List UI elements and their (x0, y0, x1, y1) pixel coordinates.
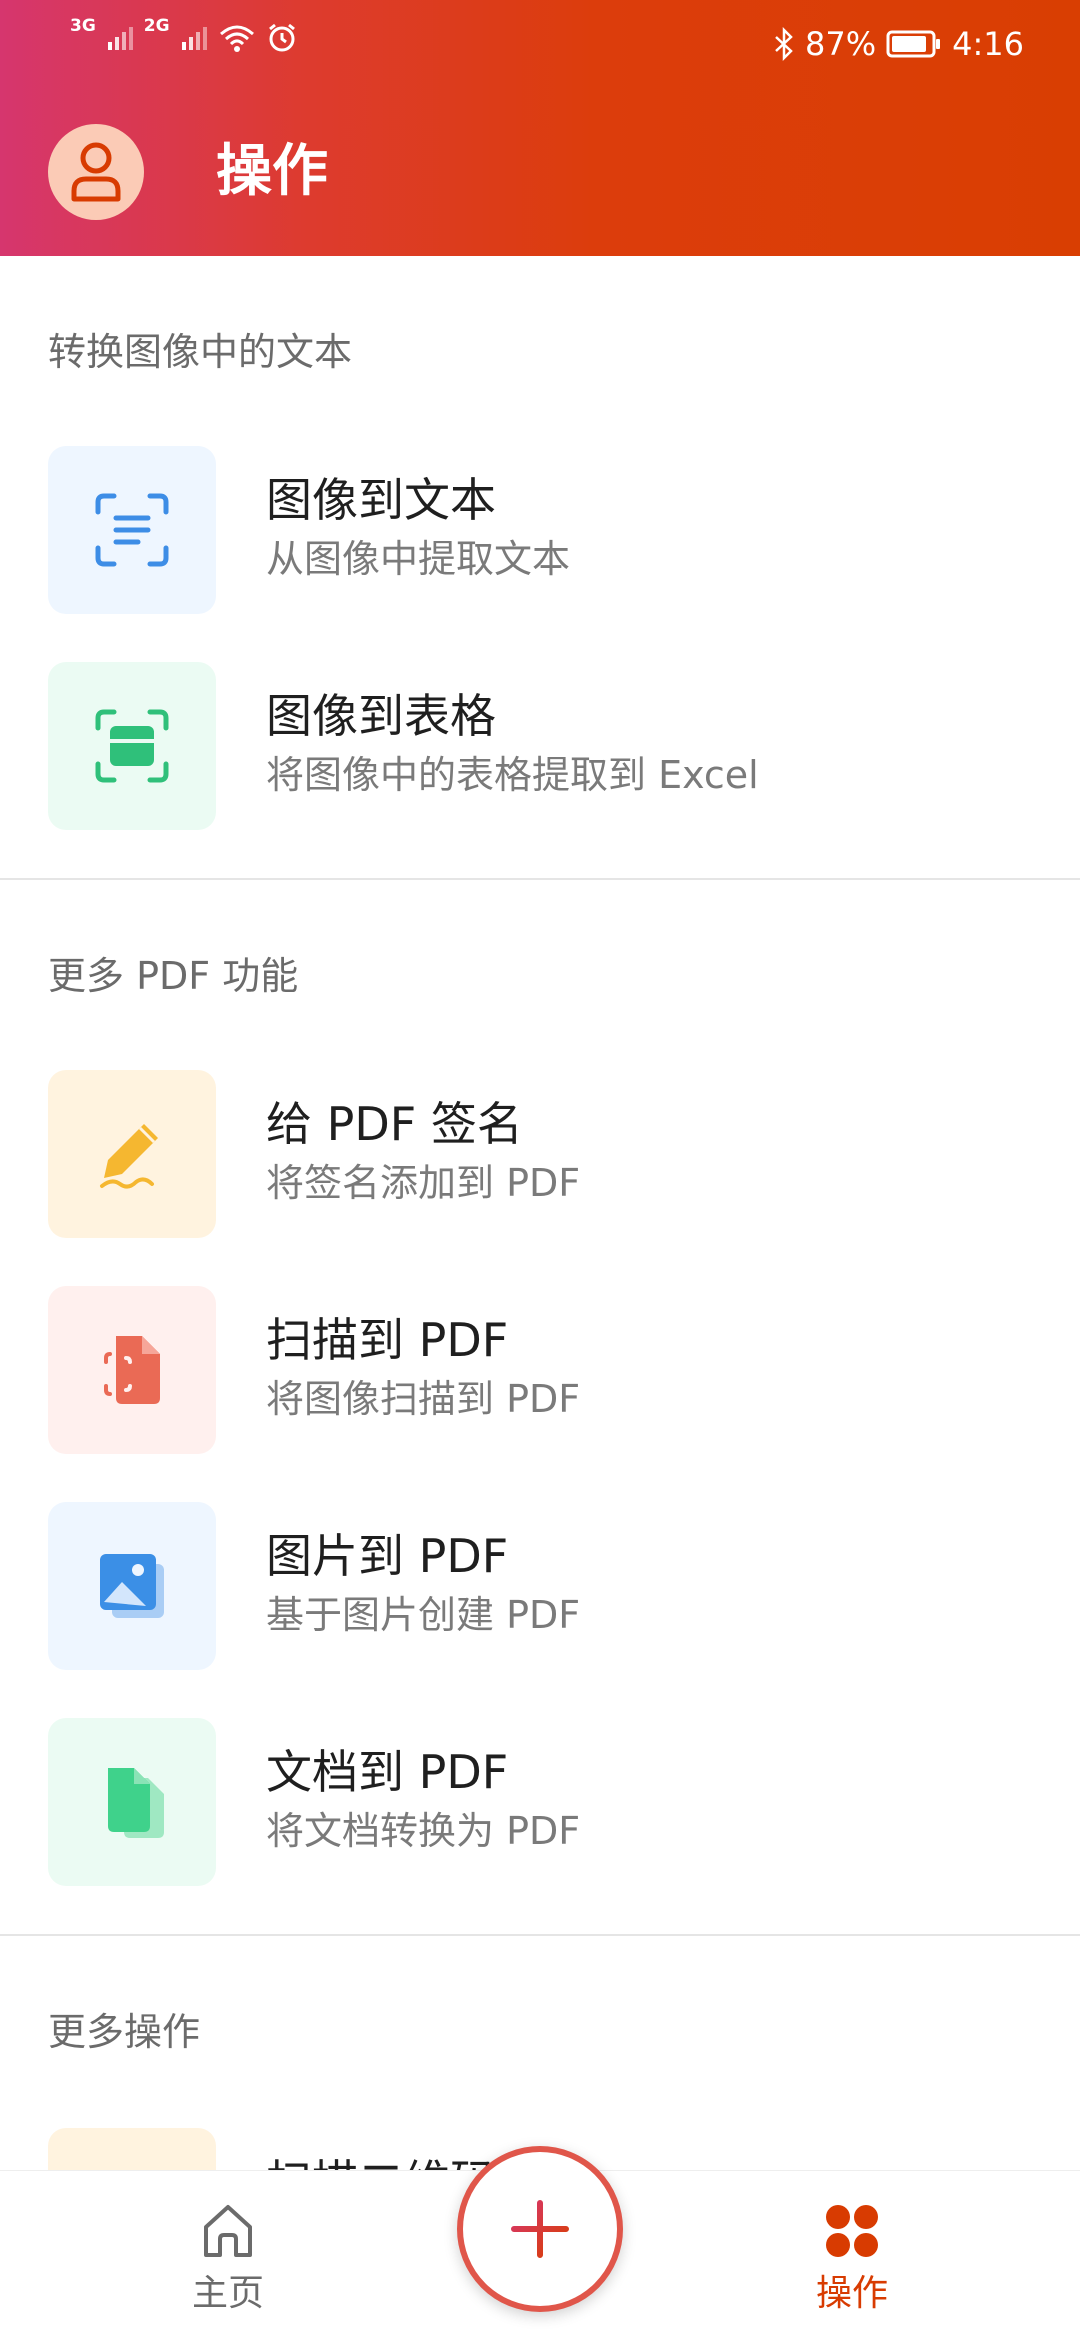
nav-actions[interactable]: 操作 (752, 2201, 952, 2331)
item-title: 图像到文本 (266, 473, 496, 527)
scan-document-icon (104, 1336, 160, 1404)
network-type-1: 3G (70, 16, 96, 36)
action-sign-pdf[interactable]: 给 PDF 签名 将签名添加到 PDF (48, 1070, 1038, 1238)
item-title: 扫描到 PDF (266, 1313, 509, 1367)
icon-tile (48, 446, 216, 614)
action-scan-to-pdf[interactable]: 扫描到 PDF 将图像扫描到 PDF (48, 1286, 1038, 1454)
action-image-to-table[interactable]: 图像到表格 将图像中的表格提取到 Excel (48, 662, 1038, 830)
actions-screen: 3G 2G 87% 4:16 操作 转换图像中的文本 图像到文本 从图像中提取文… (0, 0, 1080, 2340)
bluetooth-icon (775, 27, 793, 61)
create-button[interactable] (457, 2146, 623, 2312)
item-subtitle: 从图像中提取文本 (266, 537, 571, 581)
nav-actions-label: 操作 (815, 2273, 888, 2314)
status-bar: 3G 2G 87% 4:16 (0, 0, 1080, 88)
signal-icon (107, 27, 133, 50)
alarm-icon (268, 23, 295, 52)
icon-tile (48, 1070, 216, 1238)
picture-icon (100, 1554, 164, 1618)
battery-icon (886, 30, 941, 58)
section-divider (0, 1934, 1080, 1936)
item-subtitle: 将图像扫描到 PDF (266, 1377, 581, 1421)
app-header: 3G 2G 87% 4:16 操作 (0, 0, 1080, 256)
section-divider (0, 878, 1080, 880)
profile-avatar[interactable] (48, 124, 144, 220)
plus-icon (511, 2200, 569, 2258)
item-subtitle: 将文档转换为 PDF (266, 1809, 581, 1853)
nav-home[interactable]: 主页 (128, 2201, 328, 2331)
section-title-convert: 转换图像中的文本 (48, 330, 353, 374)
battery-percent: 87% (805, 25, 877, 63)
pen-sign-icon (100, 1124, 158, 1189)
item-subtitle: 基于图片创建 PDF (266, 1593, 581, 1637)
icon-tile (48, 1718, 216, 1886)
icon-tile (48, 662, 216, 830)
network-type-2: 2G (143, 16, 170, 36)
icon-tile (48, 1502, 216, 1670)
action-picture-to-pdf[interactable]: 图片到 PDF 基于图片创建 PDF (48, 1502, 1038, 1670)
section-title-more: 更多操作 (48, 2010, 201, 2054)
action-image-to-text[interactable]: 图像到文本 从图像中提取文本 (48, 446, 1038, 614)
section-title-pdf: 更多 PDF 功能 (48, 954, 299, 998)
action-document-to-pdf[interactable]: 文档到 PDF 将文档转换为 PDF (48, 1718, 1038, 1886)
user-icon (71, 142, 121, 202)
clock: 4:16 (952, 25, 1024, 63)
grid-dots-icon (826, 2205, 878, 2257)
table-scan-icon (95, 709, 169, 783)
item-subtitle: 将图像中的表格提取到 Excel (266, 753, 759, 797)
item-title: 给 PDF 签名 (266, 1097, 523, 1151)
nav-home-label: 主页 (191, 2273, 264, 2314)
document-icon (108, 1768, 164, 1838)
wifi-icon (219, 25, 254, 52)
item-title: 图像到表格 (266, 689, 496, 743)
signal-icon (181, 27, 207, 50)
text-scan-icon (95, 493, 169, 567)
item-subtitle: 将签名添加到 PDF (266, 1161, 581, 1205)
item-title: 文档到 PDF (266, 1745, 509, 1799)
item-title: 图片到 PDF (266, 1529, 509, 1583)
icon-tile (48, 1286, 216, 1454)
home-icon (204, 2205, 252, 2257)
page-title: 操作 (216, 139, 328, 204)
